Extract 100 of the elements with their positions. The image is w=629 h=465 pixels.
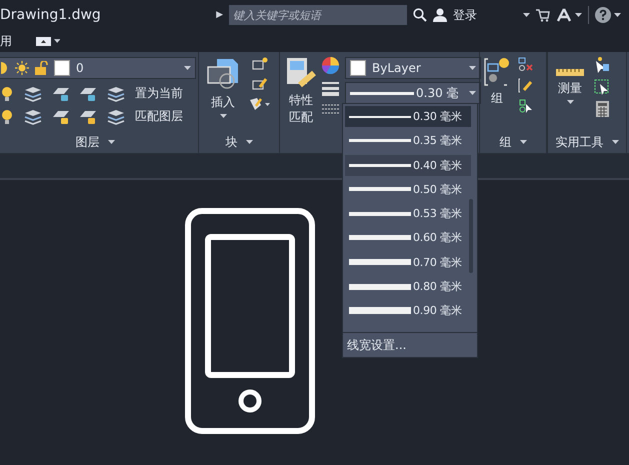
lineweight-option[interactable]: 0.53 毫米: [345, 203, 471, 224]
ungroup-icon[interactable]: [518, 57, 533, 72]
line-sample-icon: [349, 164, 411, 167]
file-name: Drawing1.dwg: [0, 7, 101, 23]
caret-icon: [566, 100, 574, 104]
group-button[interactable]: 组: [491, 90, 503, 107]
caret-icon: [54, 39, 60, 43]
freeze-layer-icon[interactable]: [52, 86, 70, 102]
thaw-layer-icon[interactable]: [52, 108, 70, 124]
attribute-edit-icon[interactable]: [249, 97, 271, 111]
search-icon[interactable]: [413, 8, 427, 22]
line-sample-icon: [349, 259, 411, 266]
group-edit-icon[interactable]: [518, 78, 533, 93]
lineweight-dropdown[interactable]: 0.30 毫: [345, 82, 481, 104]
color-wheel-icon[interactable]: [322, 57, 339, 74]
lineweight-label: 0.40 毫米: [413, 158, 462, 173]
caret-icon: [520, 140, 526, 144]
lineweight-option[interactable]: 0.35 毫米: [345, 130, 471, 152]
line-sample-icon: [349, 116, 411, 118]
calculator-icon[interactable]: [596, 101, 608, 117]
measure-button[interactable]: 测量: [558, 80, 582, 97]
lineweight-option[interactable]: 0.70 毫米: [345, 252, 471, 273]
unlocked-padlock-icon: [35, 61, 48, 75]
caret-icon: [469, 91, 476, 95]
match-layer-button[interactable]: 匹配图层: [135, 108, 183, 125]
match-properties-button[interactable]: 特性匹配: [288, 92, 314, 126]
sun-icon: [15, 61, 29, 75]
lineweight-value: 0.30 毫: [416, 84, 459, 102]
quick-select-icon[interactable]: [594, 57, 610, 73]
lineweight-option[interactable]: 0.30 毫米: [345, 106, 471, 127]
select-all-icon[interactable]: [594, 79, 610, 95]
create-block-icon[interactable]: [252, 57, 268, 71]
lineweight-label: 0.30 毫米: [413, 109, 462, 124]
edit-block-icon[interactable]: [252, 77, 268, 91]
lineweight-label: 0.90 毫米: [413, 303, 462, 318]
color-swatch: [350, 60, 366, 76]
lineweight-label: 0.35 毫米: [413, 133, 462, 148]
lineweight-label: 0.53 毫米: [413, 206, 462, 222]
lineweight-option[interactable]: 0.40 毫米: [345, 154, 471, 176]
layer-color-swatch: [54, 60, 70, 76]
lineweight-icon[interactable]: [322, 82, 339, 96]
lineweight-label: 0.70 毫米: [413, 254, 462, 270]
search-field[interactable]: 键入关键字或短语: [229, 5, 407, 25]
expand-toggle[interactable]: ▶: [216, 10, 223, 20]
linetype-icon[interactable]: [322, 104, 339, 116]
lineweight-label: 0.80 毫米: [413, 279, 462, 294]
caret-icon: [523, 13, 530, 17]
lineweight-option[interactable]: 0.50 毫米: [345, 178, 471, 200]
layer-stack-icon[interactable]: [106, 108, 126, 124]
ruler-icon[interactable]: [556, 67, 584, 77]
user-icon[interactable]: [433, 8, 447, 22]
color-value: ByLayer: [372, 61, 421, 75]
menu-tab[interactable]: 用: [0, 32, 12, 50]
network-icon[interactable]: [556, 8, 572, 22]
color-dropdown[interactable]: ByLayer: [345, 57, 481, 79]
layer-name: 0: [76, 61, 84, 75]
panel-title[interactable]: 图层: [76, 134, 100, 150]
lineweight-option[interactable]: 0.80 毫米: [345, 276, 471, 298]
line-sample-icon: [349, 284, 411, 290]
lineweight-option[interactable]: 0.60 毫米: [345, 227, 471, 248]
line-sample-icon: [349, 235, 411, 240]
line-sample-icon: [350, 92, 414, 94]
lightbulb-icon: [1, 61, 9, 75]
panel-title[interactable]: 组: [500, 134, 512, 150]
group-select-icon[interactable]: [518, 99, 533, 114]
lineweight-settings-link[interactable]: 线宽设置...: [347, 336, 406, 354]
caret-icon: [614, 13, 621, 17]
sign-in-link[interactable]: 登录: [453, 6, 477, 24]
layer-stack-icon[interactable]: [23, 108, 43, 124]
caret-icon: [108, 140, 114, 144]
lightbulb-icon[interactable]: [0, 108, 14, 124]
caret-icon: [612, 140, 618, 144]
lineweight-option[interactable]: 0.90 毫米: [345, 300, 471, 322]
lightbulb-icon[interactable]: [0, 86, 14, 102]
insert-block-icon[interactable]: [207, 57, 239, 91]
cart-icon[interactable]: [536, 8, 550, 22]
unlock-layer-icon[interactable]: [79, 108, 97, 124]
help-icon[interactable]: [595, 7, 611, 23]
match-properties-icon[interactable]: [286, 57, 316, 89]
layer-dropdown[interactable]: 0: [0, 57, 196, 79]
up-arrow-icon: [40, 40, 46, 42]
insert-button[interactable]: 插入: [211, 94, 235, 111]
line-sample-icon: [349, 307, 411, 314]
line-sample-icon: [349, 187, 411, 192]
lineweight-label: 0.60 毫米: [413, 230, 462, 246]
lock-layer-icon[interactable]: [79, 86, 97, 102]
lineweight-label: 0.50 毫米: [413, 182, 462, 197]
panel-title[interactable]: 实用工具: [556, 134, 604, 150]
caret-icon: [246, 140, 252, 144]
caret-icon: [575, 13, 582, 17]
set-current-button[interactable]: 置为当前: [135, 85, 183, 102]
line-sample-icon: [349, 212, 411, 216]
layer-stack-icon[interactable]: [23, 86, 43, 102]
caret-icon: [469, 66, 476, 70]
caret-icon: [220, 114, 226, 118]
group-icon[interactable]: [484, 57, 510, 87]
layer-stack-icon[interactable]: [106, 86, 126, 102]
panel-toggle-button[interactable]: [36, 35, 60, 47]
caret-icon: [184, 66, 191, 70]
panel-title[interactable]: 块: [226, 134, 238, 150]
